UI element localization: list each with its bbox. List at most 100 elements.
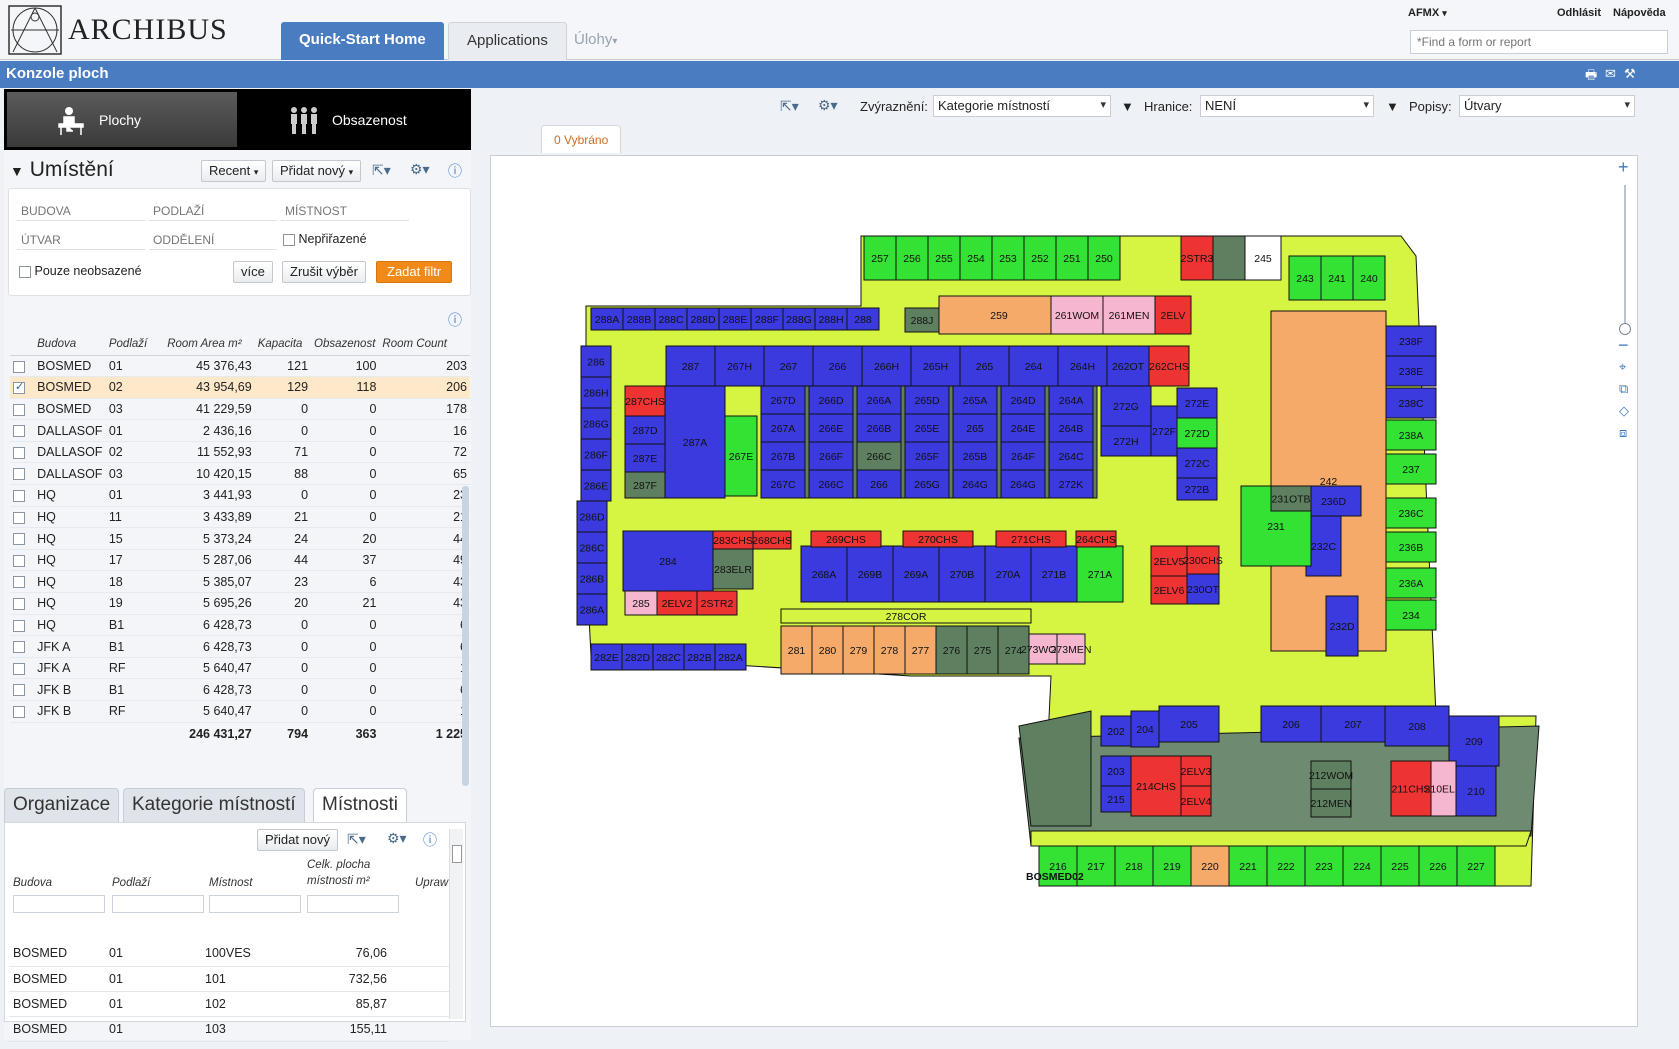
room[interactable]: 2ELV4 <box>1180 785 1212 817</box>
row-checkbox[interactable] <box>13 641 25 654</box>
selected-tab[interactable]: 0 Vybráno <box>541 125 622 153</box>
room[interactable]: 264 <box>1008 345 1059 387</box>
room[interactable]: 268A <box>800 545 848 603</box>
add-new-location-button[interactable]: Přidat nový ▾ <box>272 160 362 182</box>
room[interactable]: 264G <box>1000 469 1046 499</box>
locate-icon[interactable]: ⌖ <box>1619 359 1626 375</box>
room[interactable]: 256 <box>895 235 929 281</box>
room[interactable]: 257 <box>863 235 897 281</box>
tab-tasks[interactable]: Úlohy▾ <box>566 22 625 60</box>
room[interactable]: 218 <box>1114 845 1154 887</box>
room[interactable]: 287D <box>624 415 666 445</box>
room[interactable]: 264F <box>1000 441 1046 471</box>
room[interactable]: 264G <box>952 469 998 499</box>
rooms-filter-area[interactable] <box>307 895 399 913</box>
room[interactable]: 284 <box>622 530 714 592</box>
room[interactable]: 288J <box>904 307 940 333</box>
rooms-filter-mistnost[interactable] <box>209 895 301 913</box>
room[interactable]: 282D <box>621 643 654 671</box>
table-row[interactable]: HQ 17 5 287,06 44 37 49 <box>10 549 470 572</box>
table-row[interactable]: BOSMED 01 45 376,43 121 100 203 <box>10 355 470 378</box>
table-row[interactable]: HQB16 428,73006 <box>10 614 470 637</box>
filter-icon[interactable]: ▼ <box>1121 99 1134 114</box>
filter-icon[interactable]: ▼ <box>1386 99 1399 114</box>
room[interactable]: 236C <box>1385 497 1437 529</box>
room[interactable]: 224 <box>1342 845 1382 887</box>
room[interactable]: 262CHS <box>1148 345 1190 387</box>
room[interactable]: 288A <box>590 307 624 331</box>
room[interactable]: 206 <box>1260 705 1322 743</box>
tab-quick-start-home[interactable]: Quick-Start Home <box>281 22 444 60</box>
print-icon[interactable]: 🖶 <box>1585 66 1597 88</box>
room[interactable]: 267H <box>714 345 765 387</box>
room[interactable]: 264CHS <box>1075 530 1117 548</box>
room[interactable]: 288D <box>686 307 720 331</box>
room[interactable]: 278COR <box>780 608 1032 624</box>
tab-applications[interactable]: Applications <box>448 22 567 60</box>
zoom-in-icon[interactable]: + <box>1618 157 1629 178</box>
room[interactable]: 271A <box>1076 545 1124 603</box>
room[interactable]: 238F <box>1385 325 1437 357</box>
table-row[interactable]: BOSMED 01 100VES 76,06 <box>9 941 449 967</box>
zoom-track[interactable] <box>1624 185 1626 325</box>
room[interactable]: 282A <box>714 643 747 671</box>
table-row[interactable]: BOSMED 01 103 155,11 <box>9 1016 449 1042</box>
room[interactable]: 285 <box>624 590 658 616</box>
room[interactable]: 205 <box>1158 705 1220 743</box>
room[interactable]: 267D <box>760 385 806 415</box>
only-vacant-checkbox-row[interactable]: Pouze neobsazené <box>19 264 142 278</box>
room[interactable]: 215 <box>1100 785 1132 813</box>
room[interactable]: 287E <box>624 443 666 473</box>
room[interactable]: 262OT <box>1106 345 1150 387</box>
room[interactable]: 286B <box>576 562 608 595</box>
row-checkbox[interactable] <box>13 576 25 589</box>
room[interactable]: 236D <box>1305 485 1362 517</box>
add-new-room-button[interactable]: Přidat nový <box>257 829 339 851</box>
info-icon[interactable]: ⓘ <box>448 310 462 330</box>
room[interactable]: 220 <box>1190 845 1230 887</box>
table-row[interactable]: HQ 15 5 373,24 24 20 44 <box>10 527 470 550</box>
rooms-scrollbar[interactable] <box>449 829 463 1019</box>
room[interactable] <box>996 385 1002 499</box>
room-filter[interactable] <box>281 201 409 221</box>
room[interactable]: 286 <box>580 345 612 378</box>
room[interactable]: 277 <box>904 625 937 675</box>
room[interactable]: 287F <box>624 471 666 499</box>
room[interactable]: 265 <box>959 345 1010 387</box>
room[interactable]: 283ELR <box>712 548 754 590</box>
room[interactable]: 279 <box>842 625 875 675</box>
room[interactable]: 269CHS <box>810 530 882 548</box>
room[interactable]: 272K <box>1048 469 1094 499</box>
only-vacant-checkbox[interactable] <box>19 265 31 278</box>
more-button[interactable]: více <box>233 261 273 283</box>
room[interactable]: 208 <box>1384 705 1450 747</box>
help-link[interactable]: Nápověda <box>1613 7 1666 19</box>
room[interactable] <box>900 385 906 499</box>
room[interactable]: 271B <box>1030 545 1078 603</box>
room[interactable]: 272C <box>1176 447 1218 479</box>
room[interactable]: 265A <box>952 385 998 415</box>
room[interactable]: 270B <box>938 545 986 603</box>
table-row[interactable]: BOSMED 01 101 732,56 <box>9 966 449 992</box>
zoom-thumb[interactable] <box>1619 323 1631 335</box>
department-filter[interactable] <box>149 230 277 250</box>
room[interactable]: 267C <box>760 469 806 499</box>
room[interactable]: 288G <box>782 307 816 331</box>
table-row[interactable]: HQ 11 3 433,89 21 0 21 <box>10 506 470 529</box>
room[interactable]: 245 <box>1244 235 1282 281</box>
room[interactable]: 227 <box>1456 845 1496 887</box>
row-checkbox[interactable] <box>13 533 25 546</box>
room[interactable]: 286F <box>580 438 612 471</box>
room[interactable]: 265D <box>904 385 950 415</box>
room[interactable]: 286A <box>576 593 608 626</box>
room[interactable]: 222 <box>1266 845 1306 887</box>
room[interactable]: 264E <box>1000 413 1046 443</box>
row-checkbox[interactable] <box>13 403 25 416</box>
room[interactable]: 281 <box>780 625 813 675</box>
room[interactable]: 270CHS <box>902 530 974 548</box>
room[interactable]: 278 <box>873 625 906 675</box>
row-checkbox[interactable] <box>13 511 25 524</box>
room[interactable]: 221 <box>1228 845 1268 887</box>
room[interactable]: 272F <box>1150 405 1178 457</box>
room[interactable]: 214CHS <box>1130 755 1182 817</box>
